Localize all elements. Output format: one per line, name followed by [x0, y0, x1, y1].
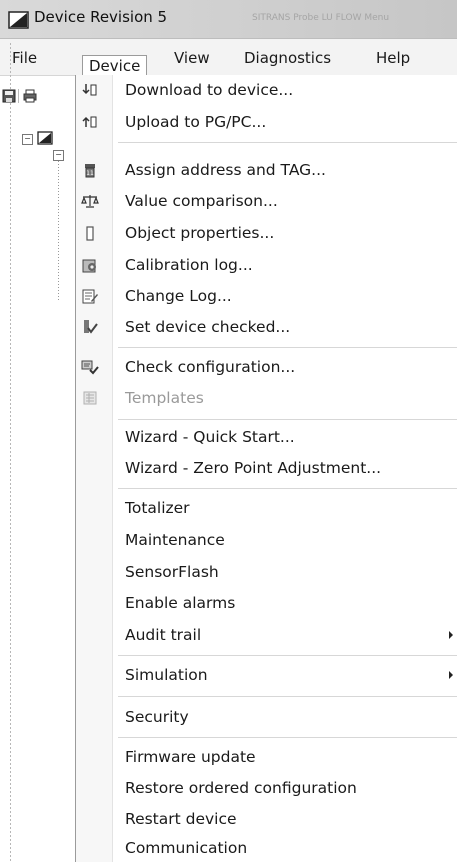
title-bar: Device Revision 5 SITRANS Probe LU FLOW … [0, 0, 457, 39]
menu-item-value-comparison[interactable]: Value comparison... [76, 186, 457, 216]
menu-file[interactable]: File [12, 47, 37, 69]
menu-item-upload[interactable]: Upload to PG/PC... [76, 107, 457, 137]
menu-item-download[interactable]: Download to device... [76, 75, 457, 105]
menu-item-wizard-zero-point[interactable]: Wizard - Zero Point Adjustment... [76, 453, 457, 483]
menu-separator [118, 655, 457, 656]
menu-item-totalizer[interactable]: Totalizer [76, 493, 457, 523]
properties-icon [81, 225, 99, 241]
upload-icon [81, 114, 99, 130]
menu-separator [118, 347, 457, 348]
check-config-icon [81, 359, 99, 375]
menu-item-enable-alarms[interactable]: Enable alarms [76, 588, 457, 618]
tree-collapse-icon[interactable]: − [22, 134, 33, 145]
menu-item-audit-trail[interactable]: Audit trail [76, 620, 457, 650]
menu-item-communication[interactable]: Communication [76, 833, 457, 863]
menu-view[interactable]: View [174, 47, 210, 69]
tree-collapse-icon[interactable]: − [53, 150, 64, 161]
menu-item-templates: Templates [76, 383, 457, 413]
menu-diagnostics[interactable]: Diagnostics [244, 47, 331, 69]
menu-separator [118, 737, 457, 738]
app-icon [8, 11, 29, 29]
window-title: Device Revision 5 [34, 8, 168, 26]
menu-item-check-configuration[interactable]: Check configuration... [76, 352, 457, 382]
menu-item-security[interactable]: Security [76, 702, 457, 732]
menu-item-object-properties[interactable]: Object properties... [76, 218, 457, 248]
menu-item-change-log[interactable]: Change Log... [76, 281, 457, 311]
device-node-icon[interactable] [37, 131, 53, 145]
menu-item-set-device-checked[interactable]: Set device checked... [76, 312, 457, 342]
calibration-log-icon [81, 257, 99, 273]
window-left-edge [10, 43, 11, 862]
tree-line [58, 161, 59, 301]
menu-item-security[interactable] [76, 672, 457, 702]
menu-device[interactable]: Device [82, 55, 148, 77]
menu-bar: File Device View Diagnostics Help [0, 39, 457, 77]
menu-item-assign-address[interactable]: 11 Assign address and TAG... [76, 155, 457, 185]
tag-icon: 11 [81, 162, 99, 178]
check-device-icon [81, 319, 99, 335]
print-icon[interactable] [23, 89, 37, 103]
menu-item-restore-configuration[interactable]: Restore ordered configuration [76, 773, 457, 803]
menu-separator [118, 488, 457, 489]
menu-item-firmware-update[interactable]: Firmware update [76, 742, 457, 772]
save-icon[interactable] [2, 89, 16, 103]
menu-separator [118, 419, 457, 420]
scale-icon [81, 193, 99, 209]
toolbar-divider [18, 89, 19, 103]
window-title-faded: SITRANS Probe LU FLOW Menu [252, 13, 390, 23]
menu-item-sensorflash[interactable]: SensorFlash [76, 557, 457, 587]
submenu-arrow-icon [449, 631, 453, 639]
menu-item-maintenance[interactable]: Maintenance [76, 525, 457, 555]
templates-icon [81, 390, 99, 406]
download-icon [81, 82, 99, 98]
menu-item-restart-device[interactable]: Restart device [76, 804, 457, 834]
change-log-icon [81, 288, 99, 304]
svg-text:11: 11 [86, 170, 94, 177]
device-menu: Download to device... Upload to PG/PC...… [75, 75, 457, 862]
menu-item-wizard-quick-start[interactable]: Wizard - Quick Start... [76, 422, 457, 452]
menu-help[interactable]: Help [376, 47, 410, 69]
menu-item-calibration-log[interactable]: Calibration log... [76, 250, 457, 280]
menu-separator [118, 142, 457, 143]
